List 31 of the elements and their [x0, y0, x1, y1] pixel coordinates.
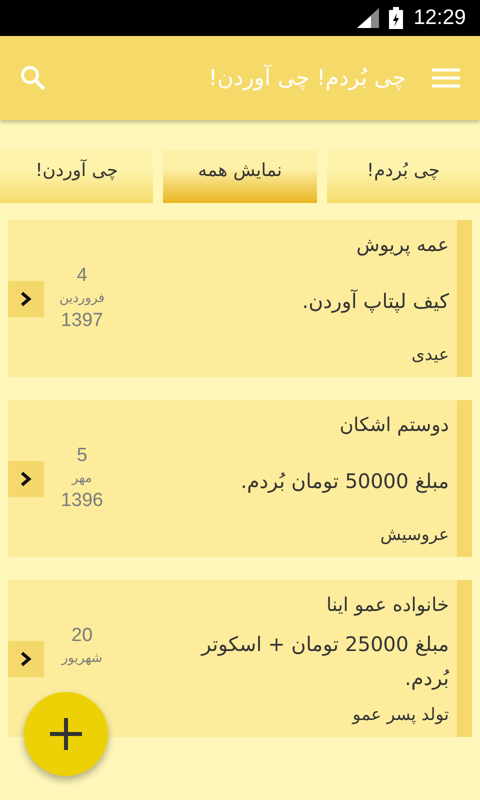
- date-month: شهریور: [62, 651, 102, 666]
- date-year: 1396: [60, 490, 104, 512]
- status-time: 12:29: [413, 6, 466, 30]
- person-name: عمه پریوش: [356, 234, 449, 256]
- chevron-icon: [20, 290, 32, 306]
- open-button[interactable]: [8, 640, 44, 676]
- date-month: مهر: [72, 471, 92, 486]
- date-day: 5: [76, 445, 88, 467]
- date-month: فروردین: [59, 291, 105, 306]
- open-button[interactable]: [8, 280, 44, 316]
- gift-description: کیف لپتاپ آوردن.: [302, 288, 449, 315]
- tab[interactable]: چی بُردم!: [326, 150, 480, 203]
- open-button[interactable]: [8, 460, 44, 496]
- chevron-icon: [20, 650, 32, 666]
- gift-description: مبلغ 25000 تومان + اسکوتر بُردم.: [200, 630, 449, 692]
- chevron-icon: [20, 470, 32, 486]
- date-day: 20: [71, 625, 93, 647]
- gift-description: مبلغ 50000 تومان بُردم.: [240, 468, 449, 495]
- occasion-text: عروسیش: [380, 525, 449, 545]
- occasion-text: عیدی: [411, 345, 449, 365]
- occasion-text: تولد پسر عمو: [352, 705, 449, 725]
- date-year: 1397: [60, 310, 104, 332]
- tab[interactable]: نمایش همه: [163, 150, 317, 203]
- tab[interactable]: چی آوردن!: [0, 150, 154, 203]
- battery-icon: [389, 7, 404, 29]
- person-name: خانواده عمو اینا: [326, 594, 449, 616]
- plus-icon: [50, 718, 82, 750]
- app-title: چی بُردم! چی آوردن!: [208, 66, 406, 90]
- person-name: دوستم اشکان: [340, 414, 449, 436]
- signal-icon: [357, 8, 380, 28]
- date-day: 4: [76, 265, 88, 287]
